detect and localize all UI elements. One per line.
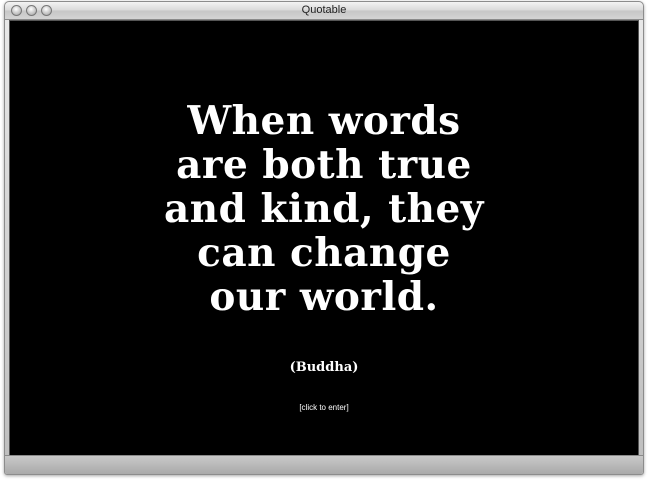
quote-line: are both true — [176, 142, 472, 188]
quote-page[interactable]: When words are both true and kind, they … — [9, 20, 639, 456]
quote-attribution: (Buddha) — [289, 360, 359, 375]
quote-line: When words — [187, 98, 461, 144]
quote-line: can change — [197, 230, 451, 276]
click-to-enter-link[interactable]: [click to enter] — [10, 403, 638, 412]
title-bar[interactable]: Quotable — [5, 2, 643, 20]
window-title: Quotable — [301, 4, 347, 16]
quote-text: When words are both true and kind, they … — [10, 99, 638, 319]
quote-line: our world. — [209, 274, 439, 320]
window-bottom-bar — [5, 455, 643, 474]
quote-line: and kind, they — [164, 186, 484, 232]
app-window: Quotable When words are both true and ki… — [4, 1, 644, 475]
